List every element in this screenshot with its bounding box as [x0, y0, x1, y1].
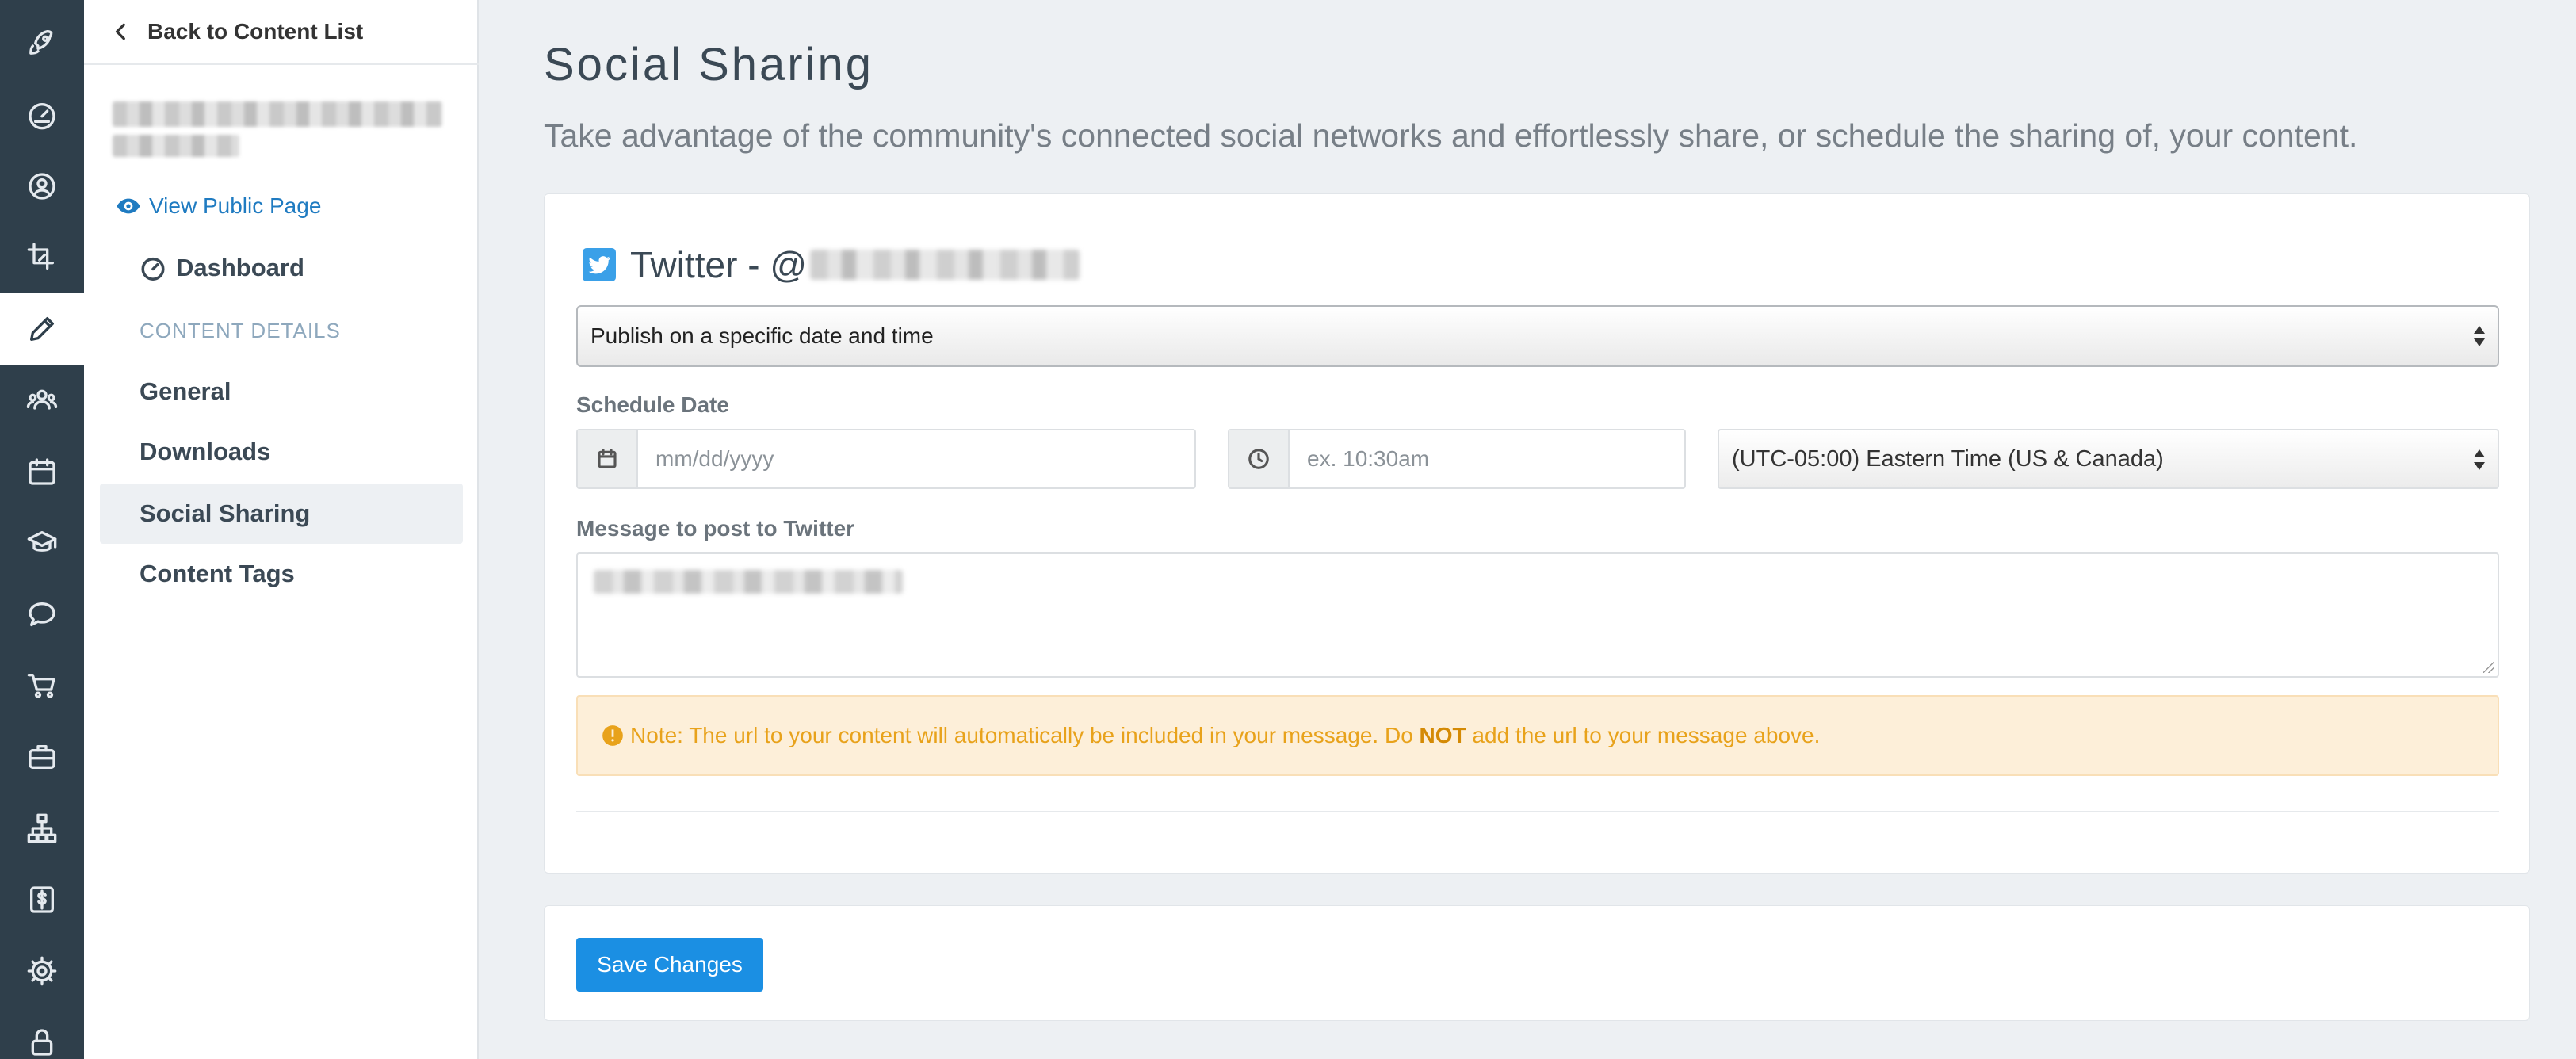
- pencil-icon: [30, 317, 55, 341]
- dashboard-label: Dashboard: [176, 254, 304, 281]
- back-to-content-list-link[interactable]: Back to Content List: [84, 0, 479, 65]
- rail-item-store[interactable]: [0, 650, 84, 721]
- select-arrows-icon: [2474, 324, 2485, 348]
- twitter-logo: [583, 248, 616, 281]
- sidebar-item-label: Social Sharing: [140, 499, 311, 527]
- time-input-group: [1228, 429, 1686, 489]
- section-label-content-details: CONTENT DETAILS: [140, 319, 341, 342]
- url-note-alert: Note: The url to your content will autom…: [576, 695, 2499, 776]
- chevron-left-icon: [115, 23, 125, 40]
- note-text-suffix: add the url to your message above.: [1466, 723, 1821, 747]
- schedule-time-input[interactable]: [1290, 430, 1684, 487]
- calendar-icon: [598, 449, 617, 468]
- twitter-message-textarea[interactable]: [576, 552, 2499, 678]
- date-input-group: [576, 429, 1196, 489]
- dollar-icon: [30, 886, 54, 913]
- view-public-label: View Public Page: [149, 193, 322, 218]
- lock-icon: [31, 1029, 53, 1056]
- rail-item-courses[interactable]: [0, 507, 84, 579]
- sidebar-item-label: Content Tags: [140, 560, 295, 587]
- note-text-bold: NOT: [1419, 723, 1466, 747]
- content-sidebar: Back to Content List View Public Page Da…: [84, 0, 479, 1059]
- sidebar-item-content-tags[interactable]: Content Tags: [100, 544, 463, 604]
- card-divider: [576, 811, 2499, 812]
- publish-option-select[interactable]: Publish on a specific date and time: [576, 305, 2499, 367]
- date-addon: [578, 430, 638, 487]
- chat-bubble-icon: [29, 602, 55, 626]
- graduation-cap-icon: [27, 531, 57, 552]
- message-label: Message to post to Twitter: [576, 516, 855, 541]
- sidebar-item-dashboard[interactable]: Dashboard: [100, 238, 463, 298]
- note-text-prefix: Note: The url to your content will autom…: [630, 723, 1420, 747]
- rail-item-content[interactable]: [0, 293, 84, 365]
- rail-item-members[interactable]: [0, 365, 84, 436]
- page-subtitle: Take advantage of the community's connec…: [544, 117, 2358, 154]
- sidebar-item-general[interactable]: General: [100, 361, 463, 422]
- speedometer-icon: [141, 257, 165, 281]
- twitter-handle-redacted: [810, 250, 1080, 280]
- people-icon: [26, 389, 58, 410]
- cart-icon: [27, 674, 55, 698]
- sidebar-item-label: Downloads: [140, 438, 271, 465]
- rail-item-settings[interactable]: [0, 935, 84, 1007]
- twitter-bird-icon: [588, 256, 611, 274]
- rocket-icon: [29, 30, 53, 55]
- exclamation-circle-icon: [602, 725, 623, 746]
- twitter-heading-label: Twitter - @: [630, 244, 808, 285]
- clock-icon: [1248, 449, 1269, 469]
- user-circle-icon: [29, 173, 55, 200]
- rail-item-payments[interactable]: [0, 864, 84, 935]
- rail-item-events[interactable]: [0, 436, 84, 507]
- timezone-value: (UTC-05:00) Eastern Time (US & Canada): [1732, 445, 2164, 472]
- select-arrows-icon: [2474, 448, 2485, 472]
- eye-icon: [117, 198, 140, 214]
- briefcase-icon: [29, 745, 55, 769]
- calendar-icon: [29, 458, 55, 485]
- time-addon: [1229, 430, 1290, 487]
- sitemap-icon: [27, 813, 57, 843]
- view-public-page-link[interactable]: View Public Page: [116, 193, 321, 219]
- save-card: Save Changes: [544, 905, 2530, 1021]
- sidebar-item-social-sharing[interactable]: Social Sharing: [100, 484, 463, 544]
- icon-rail: [0, 0, 84, 1059]
- save-changes-button[interactable]: Save Changes: [576, 938, 763, 992]
- timezone-select[interactable]: (UTC-05:00) Eastern Time (US & Canada): [1718, 429, 2499, 489]
- rail-item-structure[interactable]: [0, 793, 84, 864]
- rail-item-messages[interactable]: [0, 579, 84, 650]
- rail-item-security[interactable]: [0, 1007, 84, 1059]
- back-link-label: Back to Content List: [147, 19, 364, 44]
- rail-item-dashboard[interactable]: [0, 79, 84, 151]
- resize-handle[interactable]: [2483, 662, 2494, 673]
- twitter-share-card: Twitter - @ Publish on a specific date a…: [544, 193, 2530, 874]
- page-title: Social Sharing: [544, 39, 873, 90]
- rail-item-jobs[interactable]: [0, 721, 84, 793]
- twitter-heading: Twitter - @: [583, 243, 1080, 286]
- rail-item-profile[interactable]: [0, 151, 84, 222]
- gear-icon: [27, 956, 57, 986]
- schedule-date-label: Schedule Date: [576, 392, 729, 417]
- speedometer-icon: [29, 103, 55, 130]
- crop-icon: [27, 243, 55, 270]
- sidebar-item-label: General: [140, 377, 231, 405]
- publish-option-value: Publish on a specific date and time: [590, 323, 934, 348]
- sidebar-item-downloads[interactable]: Downloads: [100, 422, 463, 482]
- schedule-date-input[interactable]: [638, 430, 1194, 487]
- rail-item-crop[interactable]: [0, 222, 84, 293]
- rail-item-rocket[interactable]: [0, 6, 84, 78]
- message-text-redacted: [594, 570, 903, 594]
